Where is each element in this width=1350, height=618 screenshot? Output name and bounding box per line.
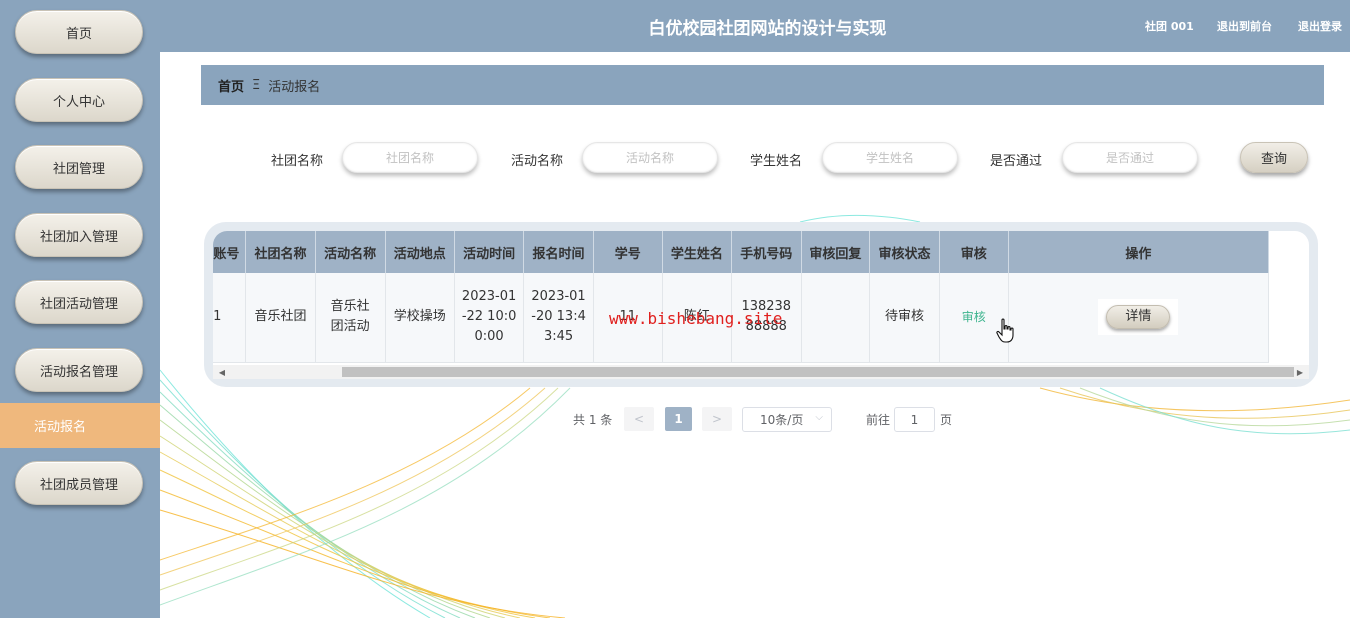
signup-table: 账号 社团名称 活动名称 活动地点 活动时间 报名时间 学号 学生姓名 手机号码… [213, 231, 1270, 363]
scroll-right-icon[interactable]: ▶ [1293, 365, 1307, 379]
col-header-reply: 审核回复 [801, 231, 871, 273]
detail-button-wrap: 详情 [1098, 299, 1179, 336]
passed-label: 是否通过 [990, 154, 1043, 169]
sidebar-item-personal-center[interactable]: 个人中心 [15, 78, 143, 122]
student-name-label: 学生姓名 [750, 154, 803, 169]
sidebar-item-club-management[interactable]: 社团管理 [15, 145, 143, 189]
prev-page-button[interactable]: < [624, 407, 654, 431]
logout-link[interactable]: 退出登录 [1298, 18, 1342, 34]
col-header-location: 活动地点 [385, 231, 455, 273]
col-header-audit: 审核 [939, 231, 1009, 273]
sidebar-item-activity-signup[interactable]: 活动报名 [0, 403, 160, 448]
club-name-label: 社团名称 [271, 154, 324, 169]
page-size-select[interactable]: 10条/页 ⌵ [742, 407, 832, 432]
table-container: 账号 社团名称 活动名称 活动地点 活动时间 报名时间 学号 学生姓名 手机号码… [204, 222, 1318, 387]
pagination-total: 共 1 条 [573, 413, 613, 427]
table-horizontal-scrollbar[interactable]: ◀ ▶ [213, 365, 1309, 379]
sidebar-item-activity-signup-management[interactable]: 活动报名管理 [15, 348, 143, 392]
top-header: 白优校园社团网站的设计与实现 社团 001 退出到前台 退出登录 [160, 0, 1350, 52]
col-header-status: 审核状态 [869, 231, 940, 273]
current-user: 社团 001 [1145, 20, 1194, 33]
cell-status: 待审核 [869, 273, 940, 363]
next-page-button[interactable]: > [702, 407, 732, 431]
page-size-value: 10条/页 [760, 413, 804, 427]
table-header-row: 账号 社团名称 活动名称 活动地点 活动时间 报名时间 学号 学生姓名 手机号码… [213, 231, 1270, 273]
col-header-activity-time: 活动时间 [454, 231, 525, 273]
col-header-signup-time: 报名时间 [523, 231, 594, 273]
cell-actions: 详情 [1008, 273, 1270, 363]
col-header-actions: 操作 [1008, 231, 1270, 273]
sidebar: 首页 个人中心 社团管理 社团加入管理 社团活动管理 活动报名管理 活动报名 社… [0, 0, 160, 618]
query-button[interactable]: 查询 [1240, 142, 1308, 173]
goto-page-input[interactable] [894, 407, 935, 432]
sidebar-item-club-member-management[interactable]: 社团成员管理 [15, 461, 143, 505]
sidebar-item-club-join-management[interactable]: 社团加入管理 [15, 213, 143, 257]
goto-label: 前往 [866, 413, 891, 427]
sidebar-item-home[interactable]: 首页 [15, 10, 143, 54]
breadcrumb-home[interactable]: 首页 [218, 76, 244, 95]
breadcrumb: 首页 Ξ 活动报名 [201, 65, 1324, 105]
audit-link[interactable]: 审核 [962, 310, 986, 324]
col-header-student-id: 学号 [593, 231, 663, 273]
cell-location: 学校操场 [385, 273, 455, 363]
cell-club: 音乐社团 [245, 273, 316, 363]
cell-activity-time: 2023-01-22 10:00:00 [454, 273, 525, 363]
detail-button[interactable]: 详情 [1106, 305, 1171, 330]
table-viewport: 账号 社团名称 活动名称 活动地点 活动时间 报名时间 学号 学生姓名 手机号码… [213, 231, 1309, 365]
activity-name-input[interactable] [582, 142, 718, 173]
student-name-input[interactable] [822, 142, 958, 173]
sidebar-item-club-activity-management[interactable]: 社团活动管理 [15, 280, 143, 324]
chevron-down-icon: ⌵ [815, 412, 823, 423]
page-suffix: 页 [940, 413, 953, 427]
cell-reply [801, 273, 871, 363]
cell-account: 001 [213, 273, 247, 363]
watermark-text: www.bishebang.site [609, 309, 783, 328]
passed-input[interactable] [1062, 142, 1198, 173]
col-header-phone: 手机号码 [731, 231, 802, 273]
cell-signup-time: 2023-01-20 13:43:45 [523, 273, 594, 363]
breadcrumb-current: 活动报名 [268, 79, 321, 95]
scrollbar-thumb[interactable] [342, 367, 1294, 377]
col-header-activity: 活动名称 [315, 231, 386, 273]
col-header-club: 社团名称 [245, 231, 316, 273]
scroll-left-icon[interactable]: ◀ [215, 365, 229, 379]
hand-cursor-icon [996, 318, 1014, 343]
col-header-account: 账号 [213, 231, 247, 273]
col-header-student-name: 学生姓名 [662, 231, 733, 273]
club-name-input[interactable] [342, 142, 478, 173]
cell-activity: 音乐社团活动 [315, 273, 386, 363]
activity-name-label: 活动名称 [511, 154, 564, 169]
breadcrumb-separator: Ξ [252, 77, 261, 93]
exit-to-front-link[interactable]: 退出到前台 [1217, 18, 1272, 34]
page-number-1[interactable]: 1 [665, 407, 692, 431]
